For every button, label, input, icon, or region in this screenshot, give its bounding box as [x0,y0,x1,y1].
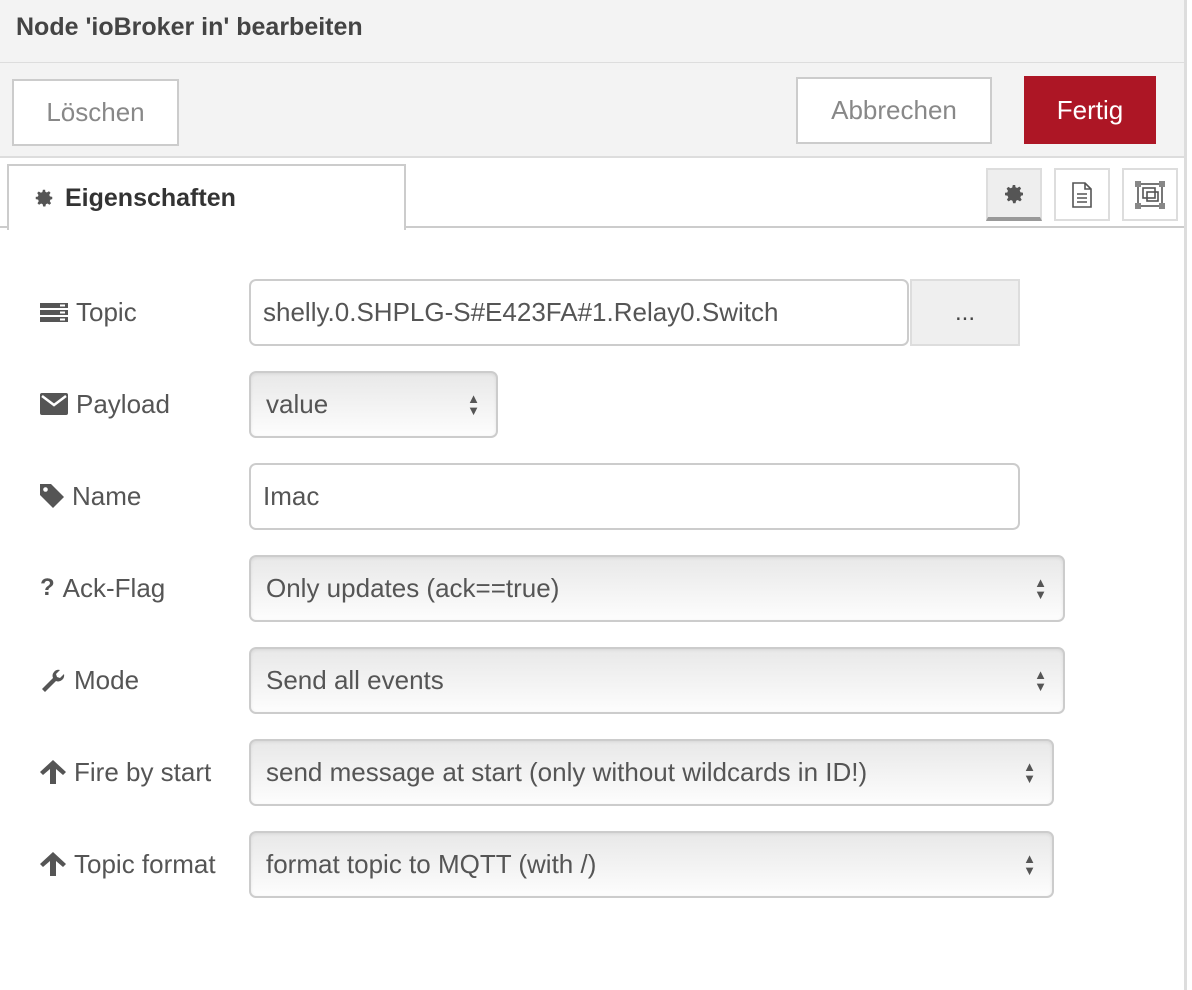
select-arrows-icon: ▲ ▼ [1023,758,1036,786]
ack-flag-select-value: Only updates (ack==true) [266,573,560,603]
select-arrows-icon: ▲ ▼ [1023,850,1036,878]
topic-format-label: Topic format [40,831,216,897]
properties-view-button[interactable] [986,168,1042,221]
tag-icon [40,484,64,508]
payload-select-value: value [266,389,329,419]
topic-label: Topic [40,279,137,345]
topic-format-label-text: Topic format [74,848,216,879]
tab-properties-label: Eigenschaften [65,183,236,212]
payload-label-text: Payload [76,388,170,419]
fire-by-start-label-text: Fire by start [74,756,212,787]
question-icon: ? [40,574,55,601]
cancel-button[interactable]: Abbrechen [796,77,992,144]
tab-bar: Eigenschaften [0,158,1186,230]
name-input[interactable]: Imac [249,463,1020,530]
mode-select-value: Send all events [266,665,444,695]
mode-label: Mode [40,647,139,713]
fire-by-start-label: Fire by start [40,739,211,805]
wrench-icon [42,669,65,692]
select-arrows-icon: ▲ ▼ [1034,666,1047,694]
ack-flag-label: ? Ack-Flag [40,555,165,621]
arrow-up-icon [40,760,66,784]
select-arrows-icon: ▲ ▼ [1034,574,1047,602]
mode-select[interactable]: Send all events ▲ ▼ [249,647,1065,714]
dialog-title: Node 'ioBroker in' bearbeiten [16,13,363,41]
tab-properties[interactable]: Eigenschaften [7,164,406,230]
arrow-up-icon [40,852,66,876]
appearance-view-button[interactable] [1122,168,1178,221]
dialog-header: Node 'ioBroker in' bearbeiten [0,0,1186,63]
done-button[interactable]: Fertig [1024,76,1156,144]
topic-input[interactable]: shelly.0.SHPLG-S#E423FA#1.Relay0.Switch [249,279,909,346]
description-view-button[interactable] [1054,168,1110,221]
topic-label-text: Topic [76,296,137,327]
mode-label-text: Mode [74,664,140,695]
name-label-text: Name [72,480,142,511]
ack-flag-select[interactable]: Only updates (ack==true) ▲ ▼ [249,555,1065,622]
envelope-icon [40,393,68,415]
button-tray: Löschen Abbrechen Fertig [0,63,1186,158]
payload-select[interactable]: value ▲ ▼ [249,371,498,438]
list-icon [40,303,68,322]
fire-by-start-select[interactable]: send message at start (only without wild… [249,739,1054,806]
fire-by-start-select-value: send message at start (only without wild… [266,757,868,787]
topic-format-select-value: format topic to MQTT (with /) [266,849,597,879]
browse-topic-button[interactable]: ... [910,279,1020,346]
ack-flag-label-text: Ack-Flag [62,572,166,603]
frame-icon [1135,180,1165,209]
payload-label: Payload [40,371,170,437]
gear-icon [1005,184,1023,203]
select-arrows-icon: ▲ ▼ [467,390,480,418]
document-icon [1072,181,1092,208]
name-label: Name [40,463,141,529]
gear-icon [35,189,53,207]
delete-button[interactable]: Löschen [12,79,179,146]
panel-border [1184,0,1187,990]
topic-format-select[interactable]: format topic to MQTT (with /) ▲ ▼ [249,831,1054,898]
